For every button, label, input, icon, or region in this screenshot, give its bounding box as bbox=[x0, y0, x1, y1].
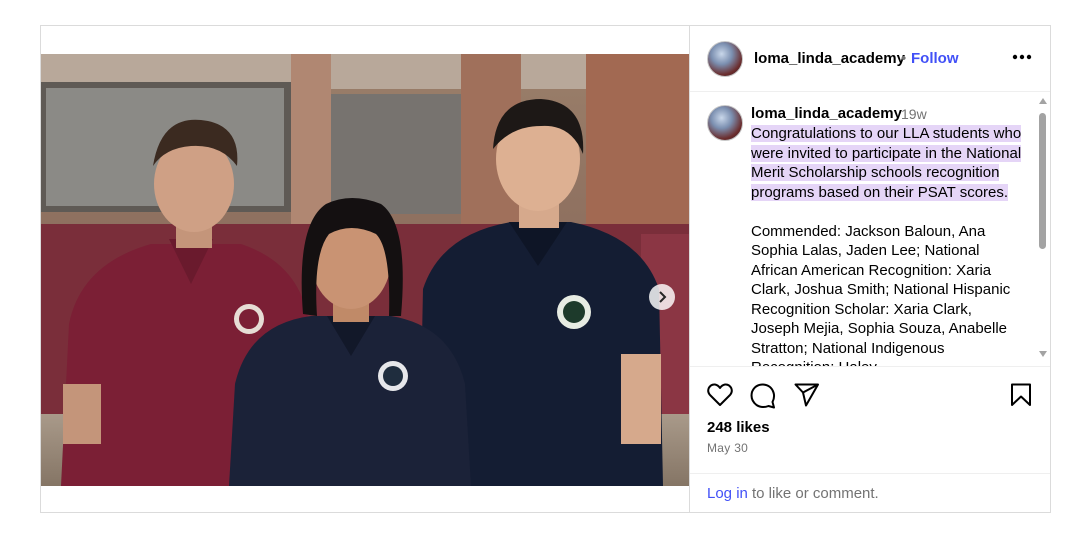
post-image[interactable] bbox=[41, 54, 689, 486]
login-prompt: Log in to like or comment. bbox=[690, 473, 1050, 513]
next-slide-button[interactable] bbox=[649, 284, 675, 310]
post-date[interactable]: May 30 bbox=[707, 441, 748, 455]
header-separator: • bbox=[901, 50, 907, 67]
students-photo bbox=[41, 54, 689, 486]
avatar[interactable] bbox=[707, 41, 743, 77]
caption-highlighted-text: Congratulations to our LLA students who … bbox=[751, 125, 1022, 201]
header-username[interactable]: loma_linda_academy bbox=[754, 50, 905, 67]
caption-scrollbar[interactable] bbox=[1037, 93, 1048, 366]
scroll-down-arrow-icon[interactable] bbox=[1039, 351, 1047, 357]
scroll-thumb[interactable] bbox=[1039, 113, 1046, 249]
heart-icon[interactable] bbox=[707, 383, 733, 407]
caption-username[interactable]: loma_linda_academy bbox=[751, 105, 902, 122]
post-actions: 248 likes May 30 Log in to like or comme… bbox=[690, 366, 1050, 512]
send-icon[interactable] bbox=[794, 383, 820, 407]
caption-text: Congratulations to our LLA students who … bbox=[751, 124, 1023, 366]
post-card: loma_linda_academy • Follow loma_linda_a… bbox=[40, 25, 1051, 513]
bookmark-icon[interactable] bbox=[1010, 383, 1032, 407]
post-side-panel: loma_linda_academy • Follow loma_linda_a… bbox=[689, 26, 1050, 512]
chevron-right-icon bbox=[659, 291, 667, 303]
caption-timestamp: 19w bbox=[901, 106, 927, 122]
caption-avatar[interactable] bbox=[707, 105, 743, 141]
likes-count[interactable]: 248 likes bbox=[707, 419, 770, 436]
scroll-up-arrow-icon[interactable] bbox=[1039, 98, 1047, 104]
caption-body-text: Commended: Jackson Baloun, Ana Sophia La… bbox=[751, 222, 1011, 367]
login-link[interactable]: Log in bbox=[707, 485, 748, 502]
comment-icon[interactable] bbox=[750, 383, 776, 409]
post-header: loma_linda_academy • Follow bbox=[690, 26, 1050, 92]
follow-button[interactable]: Follow bbox=[911, 50, 959, 67]
caption-scroll-area[interactable]: loma_linda_academy 19w Congratulations t… bbox=[690, 93, 1050, 366]
more-options-icon[interactable] bbox=[1012, 54, 1032, 60]
login-prompt-text: to like or comment. bbox=[752, 485, 879, 502]
